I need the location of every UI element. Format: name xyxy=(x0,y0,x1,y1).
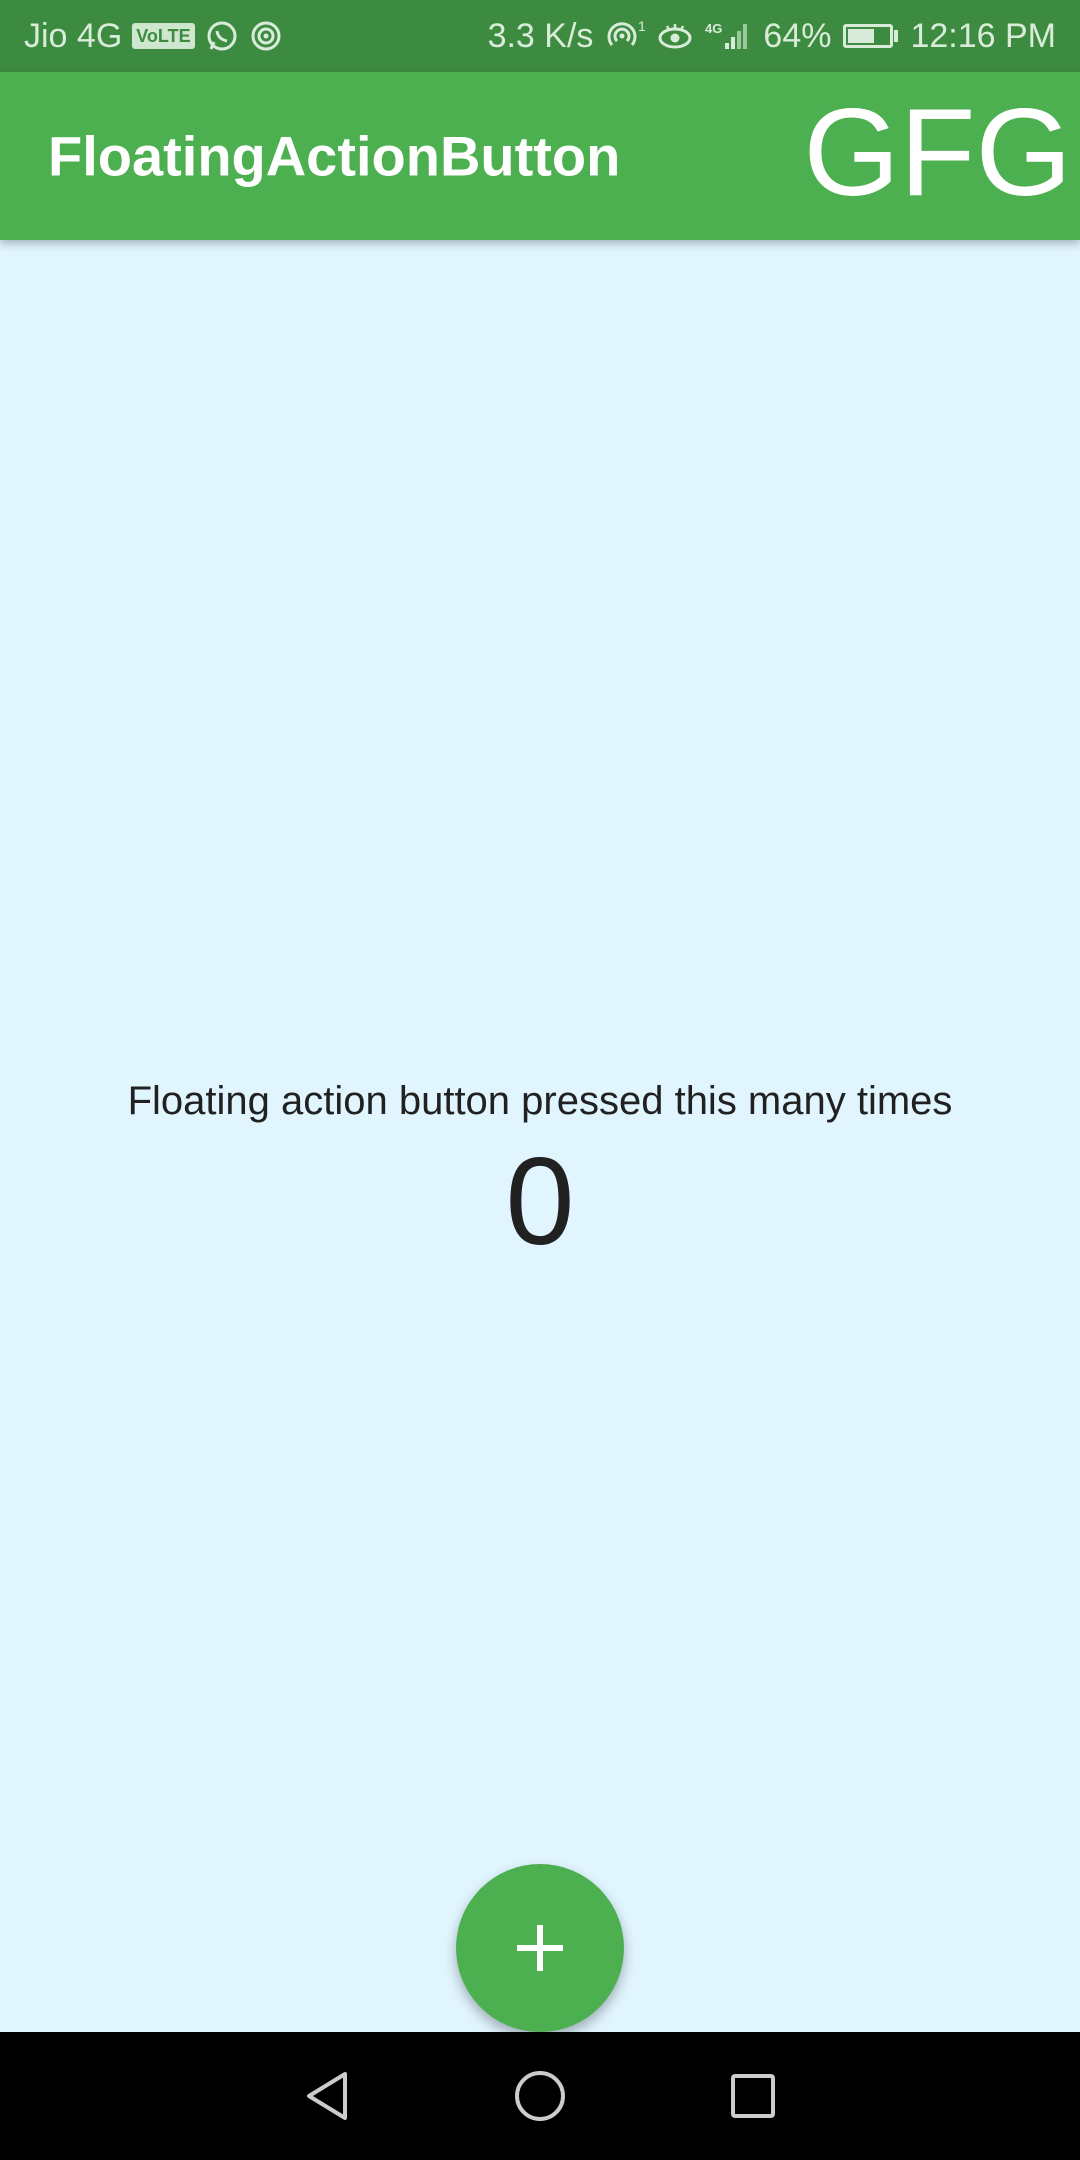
wifi-hotspot-icon: 1 xyxy=(605,19,645,53)
battery-percent: 64% xyxy=(763,16,832,55)
eye-icon xyxy=(657,19,693,53)
recents-icon xyxy=(731,2074,776,2118)
counter-message: Floating action button pressed this many… xyxy=(127,1078,953,1123)
network-speed: 3.3 K/s xyxy=(487,16,594,55)
main-content: Floating action button pressed this many… xyxy=(0,240,1080,2032)
navigation-bar xyxy=(0,2032,1080,2160)
whatsapp-icon xyxy=(205,19,239,53)
home-button[interactable] xyxy=(500,2056,580,2136)
status-bar: Jio 4G VoLTE 3.3 K/s 1 4G 64% 12:16 PM xyxy=(0,0,1080,72)
home-icon xyxy=(514,2071,565,2121)
signal-icon: 4G xyxy=(705,19,751,53)
plus-icon xyxy=(517,1925,563,1971)
back-button[interactable] xyxy=(287,2056,367,2136)
floating-action-button[interactable] xyxy=(456,1864,624,2032)
battery-icon xyxy=(843,24,899,48)
network-type: 4G xyxy=(705,21,722,36)
hotspot-count: 1 xyxy=(638,19,645,34)
hotspot-icon xyxy=(249,19,283,53)
app-bar: FloatingActionButton GFG xyxy=(0,72,1080,240)
carrier-label: Jio 4G xyxy=(24,16,123,55)
status-left: Jio 4G VoLTE xyxy=(24,17,283,56)
volte-badge: VoLTE xyxy=(132,23,195,49)
gfg-action[interactable]: GFG xyxy=(803,82,1072,224)
recents-button[interactable] xyxy=(713,2056,793,2136)
app-title: FloatingActionButton xyxy=(48,124,621,188)
counter-value: 0 xyxy=(505,1132,575,1271)
clock: 12:16 PM xyxy=(910,16,1056,55)
back-icon xyxy=(306,2072,347,2120)
status-right: 3.3 K/s 1 4G 64% 12:16 PM xyxy=(488,17,1056,56)
